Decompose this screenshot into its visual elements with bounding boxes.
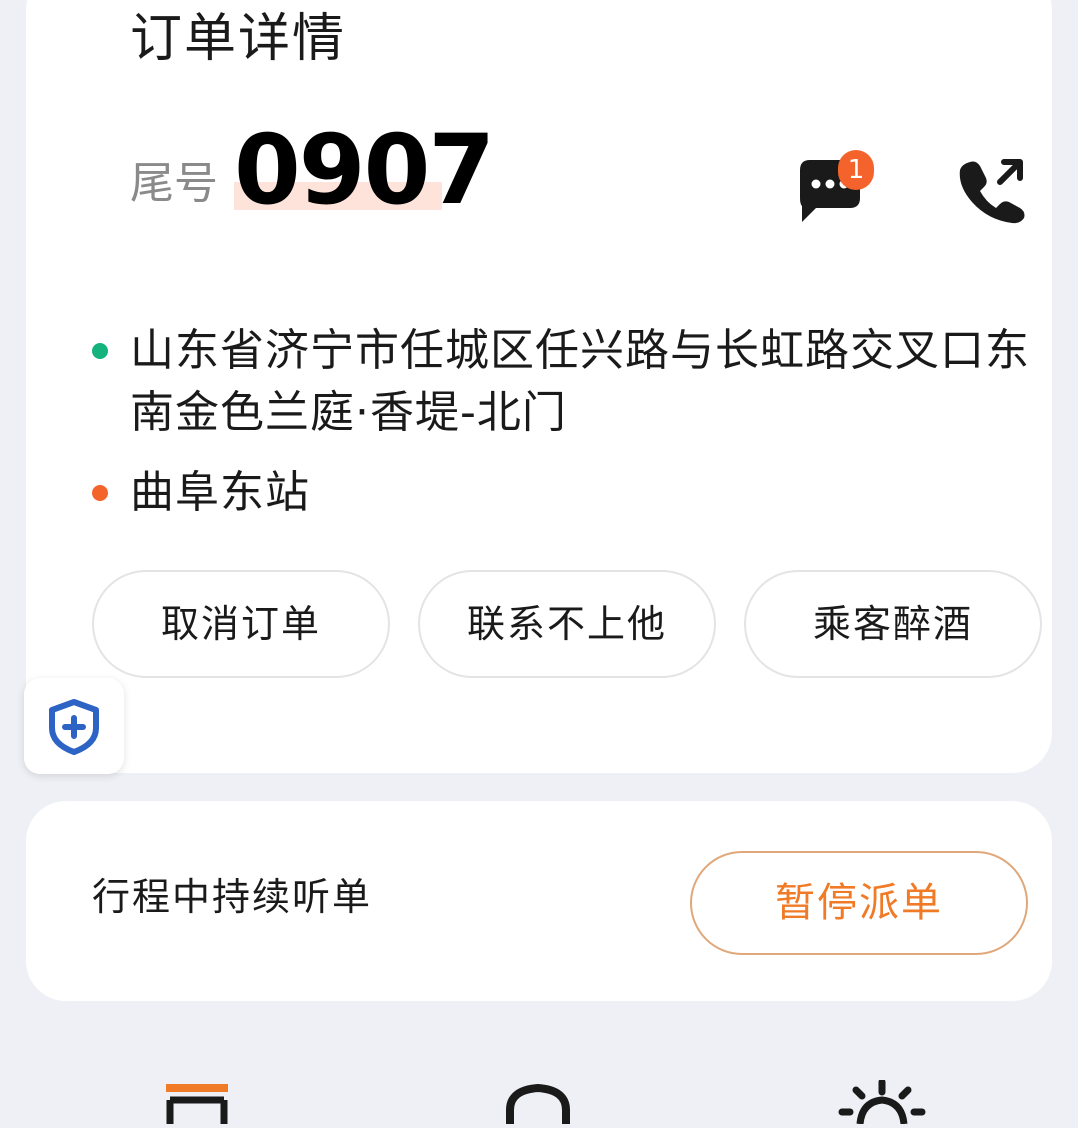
tab-order[interactable]: [162, 1080, 232, 1128]
phone-outgoing-icon: [959, 159, 1025, 224]
pickup-dot: [92, 343, 108, 359]
order-list-icon: [166, 1084, 228, 1124]
message-badge: 1: [838, 150, 874, 190]
cancel-order-button[interactable]: 取消订单: [92, 570, 390, 678]
call-button[interactable]: [956, 156, 1028, 224]
pickup-address-text: 山东省济宁市任城区任兴路与长虹路交叉口东南金色兰庭·香堤-北门: [130, 325, 1030, 438]
safety-button[interactable]: [24, 678, 124, 774]
tab-settings[interactable]: [838, 1078, 926, 1128]
dropoff-address-text: 曲阜东站: [130, 467, 310, 518]
order-action-row: 取消订单 联系不上他 乘客醉酒: [92, 570, 1042, 678]
route-list: 山东省济宁市任城区任兴路与长虹路交叉口东南金色兰庭·香堤-北门 曲阜东站: [86, 320, 1046, 524]
continuous-listening-label: 行程中持续听单: [92, 875, 373, 919]
order-detail-card: 订单详情 尾号 0907 1 山东省济宁市任城区任兴路与长虹路交叉口东南金色兰庭…: [26, 0, 1052, 773]
tail-number-group: 0907: [234, 114, 495, 226]
shield-plus-icon: [49, 699, 99, 755]
passenger-drunk-button[interactable]: 乘客醉酒: [744, 570, 1042, 678]
page-title: 订单详情: [130, 9, 347, 69]
dropoff-address: 曲阜东站: [86, 462, 1046, 524]
pickup-address: 山东省济宁市任城区任兴路与长虹路交叉口东南金色兰庭·香堤-北门: [86, 320, 1046, 444]
tail-number-label: 尾号: [130, 158, 218, 209]
pause-dispatch-button[interactable]: 暂停派单: [690, 851, 1028, 955]
cannot-reach-passenger-button[interactable]: 联系不上他: [418, 570, 716, 678]
dispatch-card: 行程中持续听单 暂停派单: [26, 801, 1052, 1001]
tab-service[interactable]: [500, 1080, 576, 1128]
sun-icon: [838, 1078, 926, 1125]
headset-icon: [506, 1083, 570, 1128]
bottom-tab-bar: [0, 1060, 1078, 1128]
tail-number: 0907: [234, 114, 495, 226]
dropoff-dot: [92, 485, 108, 501]
